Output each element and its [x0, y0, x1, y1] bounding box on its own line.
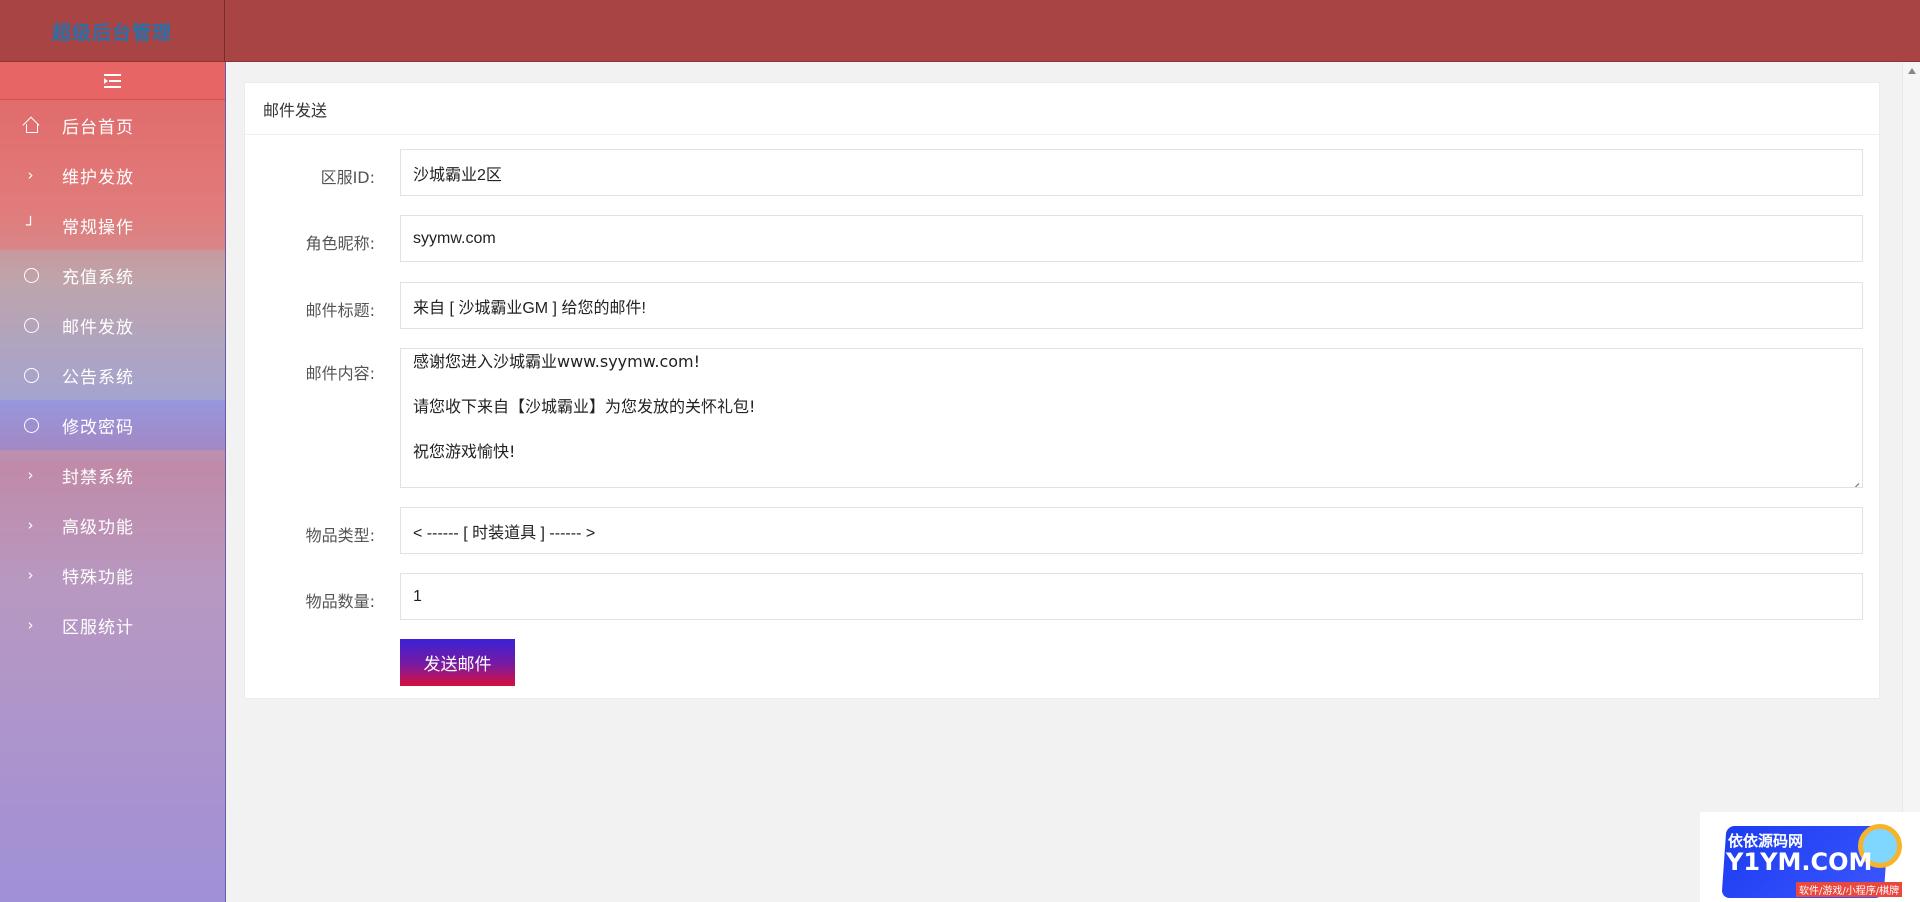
item-type-select[interactable]: < ------ [ 时装道具 ] ------ > [400, 507, 1863, 554]
mail-content-line: 请您收下来自【沙城霸业】为您发放的关怀礼包! [413, 397, 756, 416]
sidebar-item-advanced[interactable]: › 高级功能 [0, 500, 225, 550]
circle-icon [0, 267, 62, 283]
sidebar-item-label: 后台首页 [62, 117, 134, 138]
server-id-label: 区服ID: [320, 168, 375, 187]
role-name-label: 角色昵称: [305, 234, 375, 253]
top-header: 超级后台管理 [0, 0, 1920, 62]
send-mail-button[interactable]: 发送邮件 [400, 639, 515, 686]
watermark-logo: 依依源码网 Y1YM.COM 软件/游戏/小程序/棋牌 [1700, 812, 1920, 902]
item-count-input[interactable]: 1 [400, 573, 1863, 620]
sidebar-item-announcement[interactable]: 公告系统 [0, 350, 225, 400]
corner-icon: ┘ [25, 216, 37, 234]
card-title: 邮件发送 [245, 83, 1879, 135]
circle-icon [0, 367, 62, 383]
sidebar-item-label: 高级功能 [62, 517, 134, 538]
sidebar-item-label: 邮件发放 [62, 317, 134, 338]
sidebar-item-recharge[interactable]: 充值系统 [0, 250, 225, 300]
sidebar-item-special[interactable]: › 特殊功能 [0, 550, 225, 600]
sidebar-item-mail[interactable]: 邮件发放 [0, 300, 225, 350]
watermark-text-domain: Y1YM.COM [1726, 848, 1873, 876]
resize-handle-icon[interactable] [1849, 474, 1860, 487]
item-type-label: 物品类型: [305, 526, 375, 545]
sidebar-item-server-stats[interactable]: › 区服统计 [0, 600, 225, 650]
mail-form-card: 邮件发送 区服ID: 沙城霸业2区 角色昵称: syymw.com 邮件标题: … [244, 82, 1880, 699]
chevron-right-icon: › [27, 166, 35, 184]
sidebar: 后台首页 › 维护发放 ┘ 常规操作 充值系统 邮件发放 公告系统 修改密码 ›… [0, 62, 226, 902]
chevron-right-icon: › [27, 566, 35, 584]
role-name-input[interactable]: syymw.com [400, 215, 1863, 262]
sidebar-item-label: 修改密码 [62, 417, 134, 438]
watermark-text-tagline: 软件/游戏/小程序/棋牌 [1796, 882, 1903, 897]
main-content: 邮件发送 区服ID: 沙城霸业2区 角色昵称: syymw.com 邮件标题: … [226, 62, 1902, 902]
sidebar-item-maintenance[interactable]: › 维护发放 [0, 150, 225, 200]
sidebar-item-ban[interactable]: › 封禁系统 [0, 450, 225, 500]
sidebar-toggle-button[interactable] [0, 62, 225, 100]
brand-logo[interactable]: 超级后台管理 [0, 0, 225, 62]
mail-content-textarea[interactable]: 感谢您进入沙城霸业www.syymw.com! 请您收下来自【沙城霸业】为您发放… [400, 348, 1863, 488]
sidebar-item-home[interactable]: 后台首页 [0, 100, 225, 150]
brand-title: 超级后台管理 [51, 21, 172, 44]
mail-subject-input[interactable]: 来自 [ 沙城霸业GM ] 给您的邮件! [400, 282, 1863, 329]
sidebar-item-label: 封禁系统 [62, 467, 134, 488]
sidebar-item-label: 特殊功能 [62, 567, 134, 588]
scroll-up-arrow-icon[interactable] [1908, 68, 1916, 74]
mail-content-line: 祝您游戏愉快! [413, 442, 516, 461]
home-icon [0, 117, 62, 133]
sidebar-item-label: 充值系统 [62, 267, 134, 288]
chevron-right-icon: › [27, 466, 35, 484]
page-scrollbar[interactable] [1902, 62, 1920, 902]
chevron-right-icon: › [27, 616, 35, 634]
sidebar-item-label: 区服统计 [62, 617, 134, 638]
circle-icon [0, 317, 62, 333]
sidebar-item-password[interactable]: 修改密码 [0, 400, 225, 450]
item-count-label: 物品数量: [305, 592, 375, 611]
sidebar-item-routine[interactable]: ┘ 常规操作 [0, 200, 225, 250]
server-id-input[interactable]: 沙城霸业2区 [400, 149, 1863, 196]
chevron-right-icon: › [27, 516, 35, 534]
sidebar-item-label: 公告系统 [62, 367, 134, 388]
mail-subject-label: 邮件标题: [305, 301, 375, 320]
circle-icon [0, 417, 62, 433]
mail-content-label: 邮件内容: [305, 364, 375, 383]
mail-content-line: 感谢您进入沙城霸业www.syymw.com! [413, 352, 701, 371]
sidebar-item-label: 维护发放 [62, 167, 134, 188]
menu-collapse-icon [104, 73, 121, 88]
sidebar-item-label: 常规操作 [62, 217, 134, 238]
